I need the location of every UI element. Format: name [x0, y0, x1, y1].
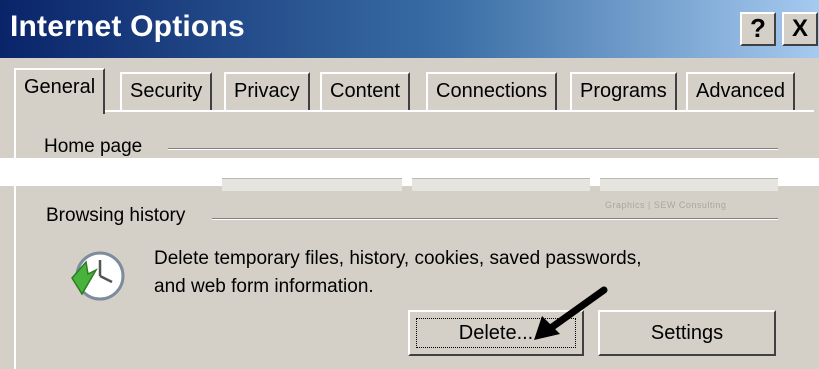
title-bar[interactable]: Internet Options ? X [0, 0, 819, 58]
close-button[interactable]: X [782, 12, 818, 46]
use-blank-button-partial[interactable] [600, 178, 778, 191]
tab-privacy[interactable]: Privacy [224, 72, 310, 110]
browsing-history-label: Browsing history [46, 205, 192, 227]
description-line-2: and web form information. [154, 276, 374, 297]
tab-security[interactable]: Security [120, 72, 213, 110]
description-line-1: Delete temporary files, history, cookies… [154, 248, 642, 269]
tab-connections[interactable]: Connections [426, 72, 558, 110]
history-clock-icon [71, 251, 125, 301]
internet-options-window: Internet Options ? X General Security Pr… [0, 0, 819, 369]
black-arrow-pointer-icon [534, 286, 608, 340]
home-page-group-line [168, 148, 778, 150]
home-page-label: Home page [44, 136, 149, 158]
window-title: Internet Options [10, 10, 245, 43]
watermark-text: Graphics | SEW Consulting [605, 200, 727, 210]
tab-programs[interactable]: Programs [570, 72, 677, 110]
help-button[interactable]: ? [740, 12, 776, 46]
use-default-button-partial[interactable] [412, 178, 590, 191]
browsing-history-group-line [212, 218, 778, 220]
browsing-history-description: Delete temporary files, history, cookies… [154, 245, 754, 301]
settings-button[interactable]: Settings [598, 310, 776, 356]
use-current-button-partial[interactable] [222, 178, 402, 191]
tab-content[interactable]: Content [320, 72, 411, 110]
tab-advanced[interactable]: Advanced [686, 72, 795, 110]
tab-general[interactable]: General [14, 68, 106, 114]
